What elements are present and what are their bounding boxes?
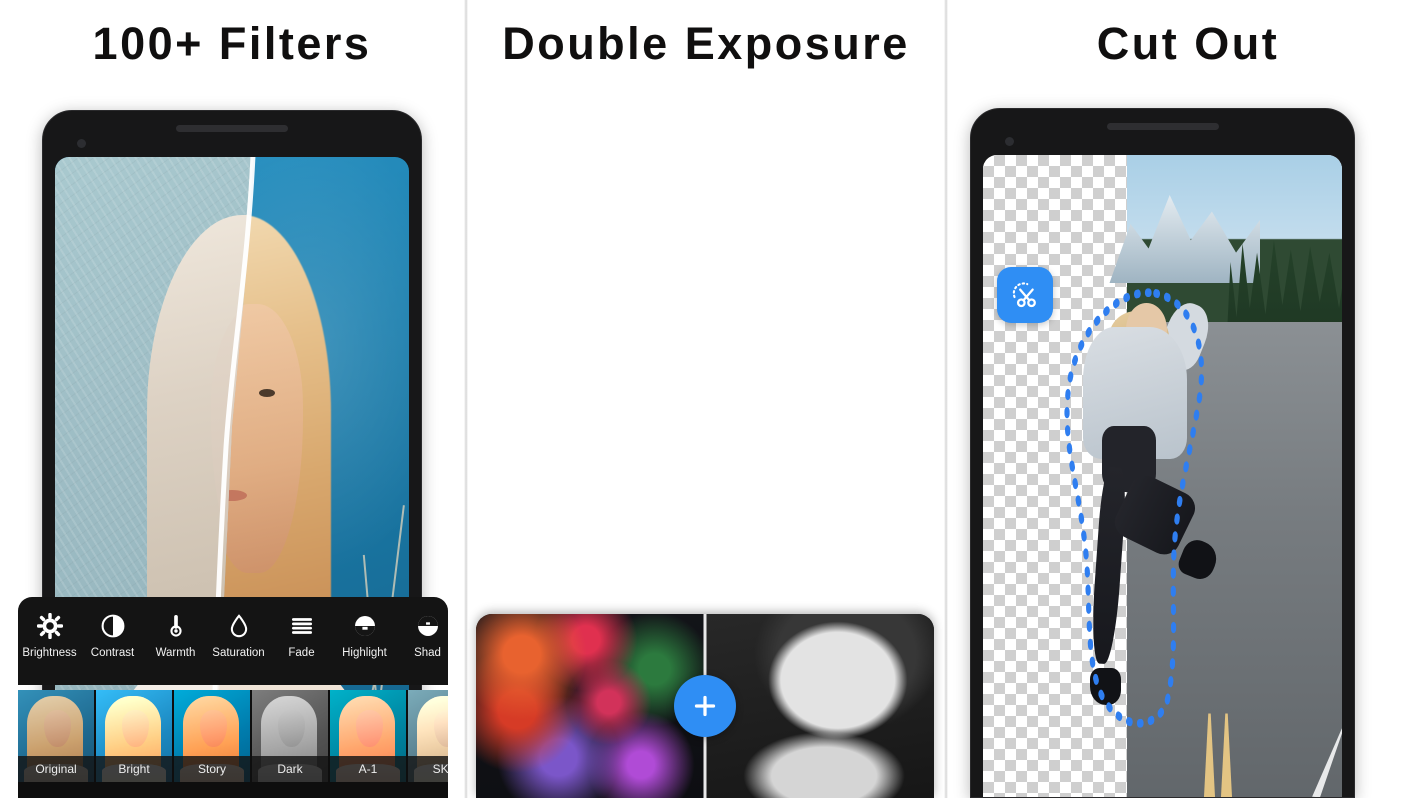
lines-icon — [270, 611, 333, 641]
phone-camera-icon — [1005, 137, 1014, 146]
subject-eye-right — [258, 388, 275, 397]
droplet-icon — [207, 611, 270, 641]
source-layer-tray[interactable] — [476, 614, 934, 798]
tool-shadow[interactable]: Shad — [396, 611, 448, 659]
thermometer-icon — [144, 611, 207, 641]
phone-mockup-cut-out: Opacity 100 Gallery — [970, 108, 1355, 798]
tool-highlight[interactable]: Highlight — [333, 611, 396, 659]
cutout-canvas[interactable] — [983, 155, 1342, 797]
subject-boot-left — [1089, 668, 1122, 706]
subject-leg-standing — [1089, 466, 1128, 665]
tool-label: Fade — [288, 647, 315, 659]
phone-speaker — [176, 125, 288, 132]
filter-preset-bright[interactable]: Bright — [96, 690, 172, 782]
tool-label: Highlight — [342, 647, 387, 659]
filter-label: A-1 — [330, 756, 406, 782]
filter-label: SK-1 — [408, 756, 448, 782]
filter-label: Dark — [252, 756, 328, 782]
tool-contrast[interactable]: Contrast — [81, 611, 144, 659]
cut-out-tool-button[interactable] — [997, 267, 1053, 323]
panel-title-double-exposure: Double Exposure — [502, 18, 910, 69]
panel-title-cut-out: Cut Out — [1096, 18, 1280, 69]
filter-label: Bright — [96, 756, 172, 782]
source-image-flowers[interactable] — [476, 614, 705, 798]
tool-fade[interactable]: Fade — [270, 611, 333, 659]
source-image-portrait[interactable] — [705, 614, 934, 798]
filter-preset-strip[interactable]: Original Bright Story Dark A-1 SK — [18, 690, 448, 798]
scissors-icon — [1012, 282, 1036, 308]
adjustment-toolbar[interactable]: Brightness Contrast Warmth Saturation Fa… — [18, 597, 448, 685]
filter-preset-a1[interactable]: A-1 — [330, 690, 406, 782]
tool-brightness[interactable]: Brightness — [18, 611, 81, 659]
panel-title-filters: 100+ Filters — [92, 18, 372, 69]
mountain-range — [1109, 195, 1261, 284]
tool-label: Brightness — [22, 647, 77, 659]
shadow-icon — [396, 611, 448, 641]
filter-preset-story[interactable]: Story — [174, 690, 250, 782]
filter-label: Story — [174, 756, 250, 782]
tool-saturation[interactable]: Saturation — [207, 611, 270, 659]
panel-cut-out: Cut Out — [948, 0, 1420, 798]
app-store-screenshot-gallery: 100+ Filters Brightness Contrast Warmth … — [0, 0, 1420, 798]
phone-screen-cut-out: Opacity 100 Gallery — [983, 155, 1342, 797]
tool-label: Warmth — [155, 647, 196, 659]
tool-label: Contrast — [90, 647, 135, 659]
highlight-icon — [333, 611, 396, 641]
phone-camera-icon — [77, 139, 86, 148]
tool-label: Shad — [414, 647, 441, 659]
filter-preset-dark[interactable]: Dark — [252, 690, 328, 782]
panel-filters: 100+ Filters Brightness Contrast Warmth … — [0, 0, 464, 798]
contrast-icon — [81, 611, 144, 641]
add-layer-button[interactable] — [674, 675, 736, 737]
panel-double-exposure: Double Exposure — [468, 0, 944, 798]
filter-label: Original — [18, 756, 94, 782]
filter-preset-original[interactable]: Original — [18, 690, 94, 782]
phone-speaker — [1106, 123, 1219, 130]
plus-icon — [694, 695, 716, 717]
tool-warmth[interactable]: Warmth — [144, 611, 207, 659]
filter-preset-sk1[interactable]: SK-1 — [408, 690, 448, 782]
brightness-icon — [18, 611, 81, 641]
cutout-subject[interactable] — [1055, 297, 1222, 714]
tool-label: Saturation — [212, 647, 265, 659]
